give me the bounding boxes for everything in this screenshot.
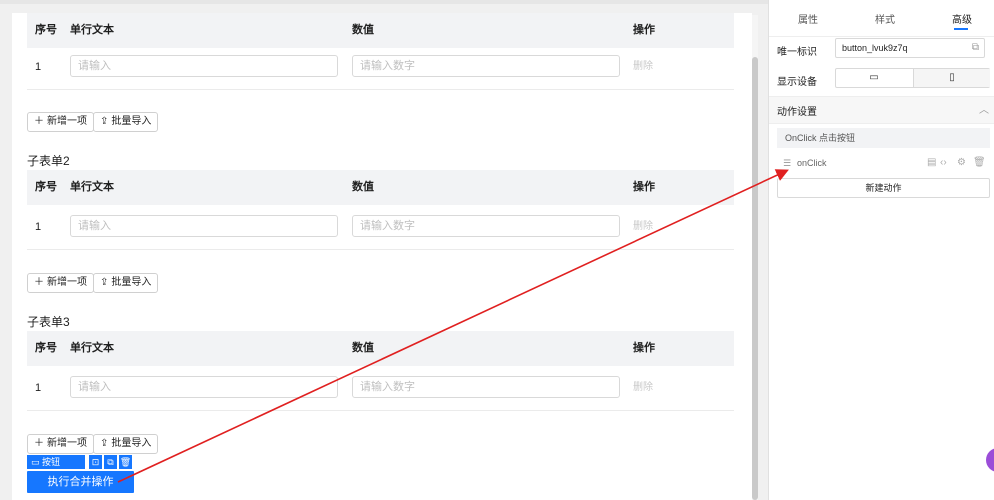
form-canvas: 序号 单行文本 数值 操作 1 请输入 请输入数字 删除 ＋新增一项 ⇪ 批量导入… [12, 13, 752, 500]
upload-icon: ⇪ [100, 277, 109, 288]
table-header: 序号 单行文本 数值 操作 [27, 331, 734, 366]
upload-icon: ⇪ [100, 438, 109, 449]
col-text-header: 单行文本 [70, 181, 114, 193]
unique-id-label: 唯一标识 [777, 47, 817, 58]
canvas-area: 序号 单行文本 数值 操作 1 请输入 请输入数字 删除 ＋新增一项 ⇪ 批量导入… [0, 0, 768, 500]
scrollbar-thumb[interactable] [752, 57, 758, 500]
plus-icon: ＋ [34, 277, 44, 288]
action-section-header[interactable]: 动作设置 ︿ [769, 96, 994, 124]
plus-icon: ＋ [34, 438, 44, 449]
table-header: 序号 单行文本 数值 操作 [27, 13, 734, 48]
upload-icon: ⇪ [100, 116, 109, 127]
drag-handle-icon[interactable]: ☰ [783, 154, 791, 172]
col-ops-header: 操作 [633, 24, 655, 36]
execute-merge-button[interactable]: 执行合并操作 [27, 471, 134, 493]
display-device-label: 显示设备 [777, 77, 817, 88]
col-index-header: 序号 [35, 342, 57, 354]
copy-icon[interactable]: ⧉ [104, 455, 117, 469]
add-row-button[interactable]: ＋新增一项 [27, 273, 94, 293]
text-input[interactable]: 请输入 [70, 215, 338, 237]
col-number-header: 数值 [352, 181, 374, 193]
batch-import-button[interactable]: ⇪ 批量导入 [93, 273, 159, 293]
text-input[interactable]: 请输入 [70, 376, 338, 398]
button-type-icon: ▭ [31, 457, 40, 467]
onclick-event-bar: OnClick 点击按钮 [777, 128, 990, 148]
active-tab-indicator [954, 28, 968, 30]
text-input[interactable]: 请输入 [70, 55, 338, 77]
device-toggle: ▭ ▯ [835, 68, 990, 88]
col-number-header: 数值 [352, 24, 374, 36]
add-row-button[interactable]: ＋新增一项 [27, 112, 94, 132]
row-index: 1 [35, 382, 42, 394]
batch-import-button[interactable]: ⇪ 批量导入 [93, 112, 159, 132]
new-action-button[interactable]: 新建动作 [777, 178, 990, 198]
copy-icon[interactable]: ⧉ [972, 39, 979, 57]
properties-panel: 属性 样式 高级 唯一标识 button_lvuk9z7q ⧉ 显示设备 ▭ ▯… [768, 0, 994, 500]
delete-link[interactable]: 删除 [633, 45, 653, 89]
subform-title: 子表单3 [27, 315, 70, 329]
code-icon[interactable]: ‹› [940, 154, 947, 172]
gear-icon[interactable]: ⚙ [957, 154, 966, 172]
row-index: 1 [35, 221, 42, 233]
plus-icon: ＋ [34, 116, 44, 127]
number-input[interactable]: 请输入数字 [352, 55, 620, 77]
col-text-header: 单行文本 [70, 24, 114, 36]
col-index-header: 序号 [35, 24, 57, 36]
col-text-header: 单行文本 [70, 342, 114, 354]
col-index-header: 序号 [35, 181, 57, 193]
row-index: 1 [35, 61, 42, 73]
delete-link[interactable]: 删除 [633, 205, 653, 249]
trash-icon[interactable]: 🗑 [973, 154, 986, 172]
canvas-scrollbar[interactable] [752, 15, 758, 500]
panel-tabs: 属性 样式 高级 [769, 0, 994, 37]
table-row: 1 请输入 请输入数字 删除 [27, 45, 734, 90]
chevron-up-icon[interactable]: ︿ [979, 101, 989, 116]
subform-2: 序号 单行文本 数值 操作 1 请输入 请输入数字 删除 ＋新增一项 ⇪ 批量导入 [27, 170, 734, 300]
selection-tag[interactable]: ▭ 按钮 [27, 455, 85, 469]
delete-link[interactable]: 删除 [633, 366, 653, 410]
action-section-title: 动作设置 [777, 107, 817, 118]
table-row: 1 请输入 请输入数字 删除 [27, 205, 734, 250]
tab-advanced[interactable]: 高级 [952, 11, 972, 26]
tab-style[interactable]: 样式 [875, 11, 895, 26]
unique-id-field[interactable]: button_lvuk9z7q ⧉ [835, 38, 985, 58]
action-item[interactable]: ☰ onClick ▤ ‹› ⚙ 🗑 [777, 154, 990, 172]
top-divider [0, 0, 768, 4]
document-icon[interactable]: ▤ [927, 154, 936, 172]
table-row: 1 请输入 请输入数字 删除 [27, 366, 734, 411]
number-input[interactable]: 请输入数字 [352, 376, 620, 398]
add-row-button[interactable]: ＋新增一项 [27, 434, 94, 454]
select-parent-icon[interactable]: ⊡ [89, 455, 102, 469]
col-ops-header: 操作 [633, 181, 655, 193]
action-name: onClick [797, 158, 827, 168]
batch-import-button[interactable]: ⇪ 批量导入 [93, 434, 159, 454]
laptop-icon: ▭ [869, 72, 879, 83]
col-number-header: 数值 [352, 342, 374, 354]
mobile-option[interactable]: ▯ [913, 69, 990, 87]
subform-3: 序号 单行文本 数值 操作 1 请输入 请输入数字 删除 ＋新增一项 ⇪ 批量导入 [27, 331, 734, 461]
number-input[interactable]: 请输入数字 [352, 215, 620, 237]
subform-1: 序号 单行文本 数值 操作 1 请输入 请输入数字 删除 ＋新增一项 ⇪ 批量导入 [27, 13, 734, 143]
trash-icon[interactable]: 🗑 [119, 455, 132, 469]
tab-properties[interactable]: 属性 [798, 11, 818, 26]
col-ops-header: 操作 [633, 342, 655, 354]
table-header: 序号 单行文本 数值 操作 [27, 170, 734, 205]
desktop-option[interactable]: ▭ [836, 69, 912, 87]
subform-title: 子表单2 [27, 154, 70, 168]
mobile-icon: ▯ [949, 72, 955, 83]
